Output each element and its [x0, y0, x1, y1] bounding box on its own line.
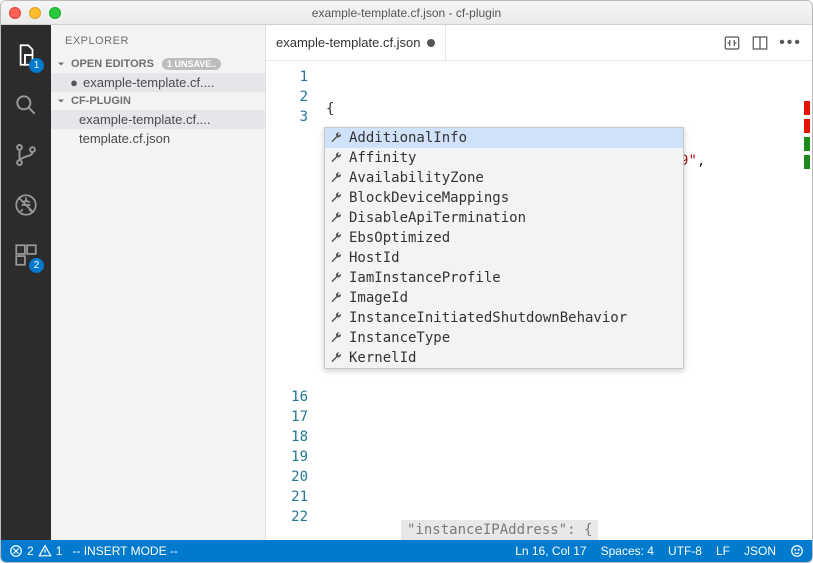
- window-title: example-template.cf.json - cf-plugin: [1, 6, 812, 20]
- modified-dot-icon: [427, 39, 435, 47]
- close-window-button[interactable]: [9, 7, 21, 19]
- problems-status[interactable]: 2 1: [9, 544, 62, 558]
- autocomplete-item[interactable]: Affinity: [325, 148, 683, 168]
- encoding-status[interactable]: UTF-8: [668, 544, 702, 558]
- overview-ruler: [804, 101, 810, 169]
- wrench-icon: [329, 191, 343, 205]
- wrench-icon: [329, 271, 343, 285]
- compare-changes-icon[interactable]: [723, 34, 741, 52]
- autocomplete-item[interactable]: AdditionalInfo: [325, 128, 683, 148]
- autocomplete-item-label: BlockDeviceMappings: [349, 190, 509, 206]
- peek-next-line: "instanceIPAddress": {: [401, 520, 598, 540]
- feedback-icon[interactable]: [790, 544, 804, 558]
- autocomplete-item-label: IamInstanceProfile: [349, 270, 501, 286]
- tab-bar: example-template.cf.json •••: [266, 25, 812, 61]
- activity-bar: 1 2: [1, 25, 51, 540]
- wrench-icon: [329, 331, 343, 345]
- unsaved-badge: 1 UNSAVE..: [162, 58, 221, 70]
- cursor-position-status[interactable]: Ln 16, Col 17: [515, 544, 586, 558]
- wrench-icon: [329, 251, 343, 265]
- folder-label: CF-PLUGIN: [71, 95, 131, 107]
- autocomplete-item[interactable]: HostId: [325, 248, 683, 268]
- autocomplete-item[interactable]: InstanceType: [325, 328, 683, 348]
- branch-icon: [13, 142, 39, 168]
- editor-area: example-template.cf.json ••• 1 2 3 16 17…: [266, 25, 812, 540]
- autocomplete-item[interactable]: BlockDeviceMappings: [325, 188, 683, 208]
- autocomplete-item[interactable]: ImageId: [325, 288, 683, 308]
- vim-mode-status[interactable]: -- INSERT MODE --: [72, 544, 178, 558]
- open-editors-header[interactable]: OPEN EDITORS 1 UNSAVE..: [51, 55, 265, 73]
- wrench-icon: [329, 151, 343, 165]
- autocomplete-item[interactable]: EbsOptimized: [325, 228, 683, 248]
- language-status[interactable]: JSON: [744, 544, 776, 558]
- wrench-icon: [329, 171, 343, 185]
- modified-dot-icon: ●: [69, 75, 79, 90]
- extensions-badge: 2: [29, 258, 44, 273]
- autocomplete-item-label: DisableApiTermination: [349, 210, 526, 226]
- autocomplete-item[interactable]: IamInstanceProfile: [325, 268, 683, 288]
- wrench-icon: [329, 351, 343, 365]
- autocomplete-item-label: EbsOptimized: [349, 230, 450, 246]
- autocomplete-item-label: Affinity: [349, 150, 416, 166]
- window-controls: [9, 7, 61, 19]
- open-editor-item[interactable]: ● example-template.cf....: [51, 73, 265, 92]
- warning-icon: [38, 544, 52, 558]
- file-item[interactable]: example-template.cf....: [51, 110, 265, 129]
- autocomplete-item-label: AdditionalInfo: [349, 130, 467, 146]
- status-bar: 2 1 -- INSERT MODE -- Ln 16, Col 17 Spac…: [1, 540, 812, 562]
- indent-status[interactable]: Spaces: 4: [601, 544, 654, 558]
- sidebar: EXPLORER OPEN EDITORS 1 UNSAVE.. ● examp…: [51, 25, 266, 540]
- autocomplete-item[interactable]: KernelId: [325, 348, 683, 368]
- open-editor-label: example-template.cf....: [83, 75, 215, 90]
- autocomplete-popup: AdditionalInfo Affinity AvailabilityZone Bl…: [324, 127, 684, 369]
- autocomplete-item[interactable]: DisableApiTermination: [325, 208, 683, 228]
- wrench-icon: [329, 291, 343, 305]
- smiley-icon: [790, 544, 804, 558]
- no-bug-icon: [13, 192, 39, 218]
- open-editors-label: OPEN EDITORS: [71, 58, 154, 70]
- explorer-badge: 1: [29, 58, 44, 73]
- wrench-icon: [329, 131, 343, 145]
- eol-status[interactable]: LF: [716, 544, 730, 558]
- autocomplete-item[interactable]: InstanceInitiatedShutdownBehavior: [325, 308, 683, 328]
- chevron-down-icon: [55, 95, 67, 107]
- error-icon: [9, 544, 23, 558]
- autocomplete-item-label: HostId: [349, 250, 400, 266]
- minimize-window-button[interactable]: [29, 7, 41, 19]
- autocomplete-item-label: ImageId: [349, 290, 408, 306]
- debug-tab[interactable]: [2, 183, 50, 227]
- scm-tab[interactable]: [2, 133, 50, 177]
- autocomplete-item-label: InstanceType: [349, 330, 450, 346]
- search-icon: [13, 92, 39, 118]
- wrench-icon: [329, 211, 343, 225]
- more-actions-icon[interactable]: •••: [779, 34, 802, 52]
- code-editor[interactable]: 1 2 3 16 17 18 19 20 21 22 { "AWSTemplat…: [266, 61, 812, 540]
- file-label: example-template.cf....: [79, 112, 211, 127]
- folder-header[interactable]: CF-PLUGIN: [51, 92, 265, 110]
- wrench-icon: [329, 231, 343, 245]
- autocomplete-item-label: KernelId: [349, 350, 416, 366]
- line-number-gutter: 1 2 3 16 17 18 19 20 21 22: [266, 61, 326, 540]
- autocomplete-item[interactable]: AvailabilityZone: [325, 168, 683, 188]
- chevron-down-icon: [55, 58, 67, 70]
- autocomplete-item-label: InstanceInitiatedShutdownBehavior: [349, 310, 627, 326]
- editor-tab[interactable]: example-template.cf.json: [266, 25, 446, 60]
- wrench-icon: [329, 311, 343, 325]
- tab-label: example-template.cf.json: [276, 35, 421, 50]
- split-editor-icon[interactable]: [751, 34, 769, 52]
- extensions-tab[interactable]: 2: [2, 233, 50, 277]
- explorer-tab[interactable]: 1: [2, 33, 50, 77]
- file-label: template.cf.json: [79, 131, 170, 146]
- autocomplete-item-label: AvailabilityZone: [349, 170, 484, 186]
- tab-actions: •••: [713, 25, 812, 60]
- maximize-window-button[interactable]: [49, 7, 61, 19]
- file-item[interactable]: template.cf.json: [51, 129, 265, 148]
- search-tab[interactable]: [2, 83, 50, 127]
- titlebar: example-template.cf.json - cf-plugin: [1, 1, 812, 25]
- sidebar-title: EXPLORER: [51, 25, 265, 55]
